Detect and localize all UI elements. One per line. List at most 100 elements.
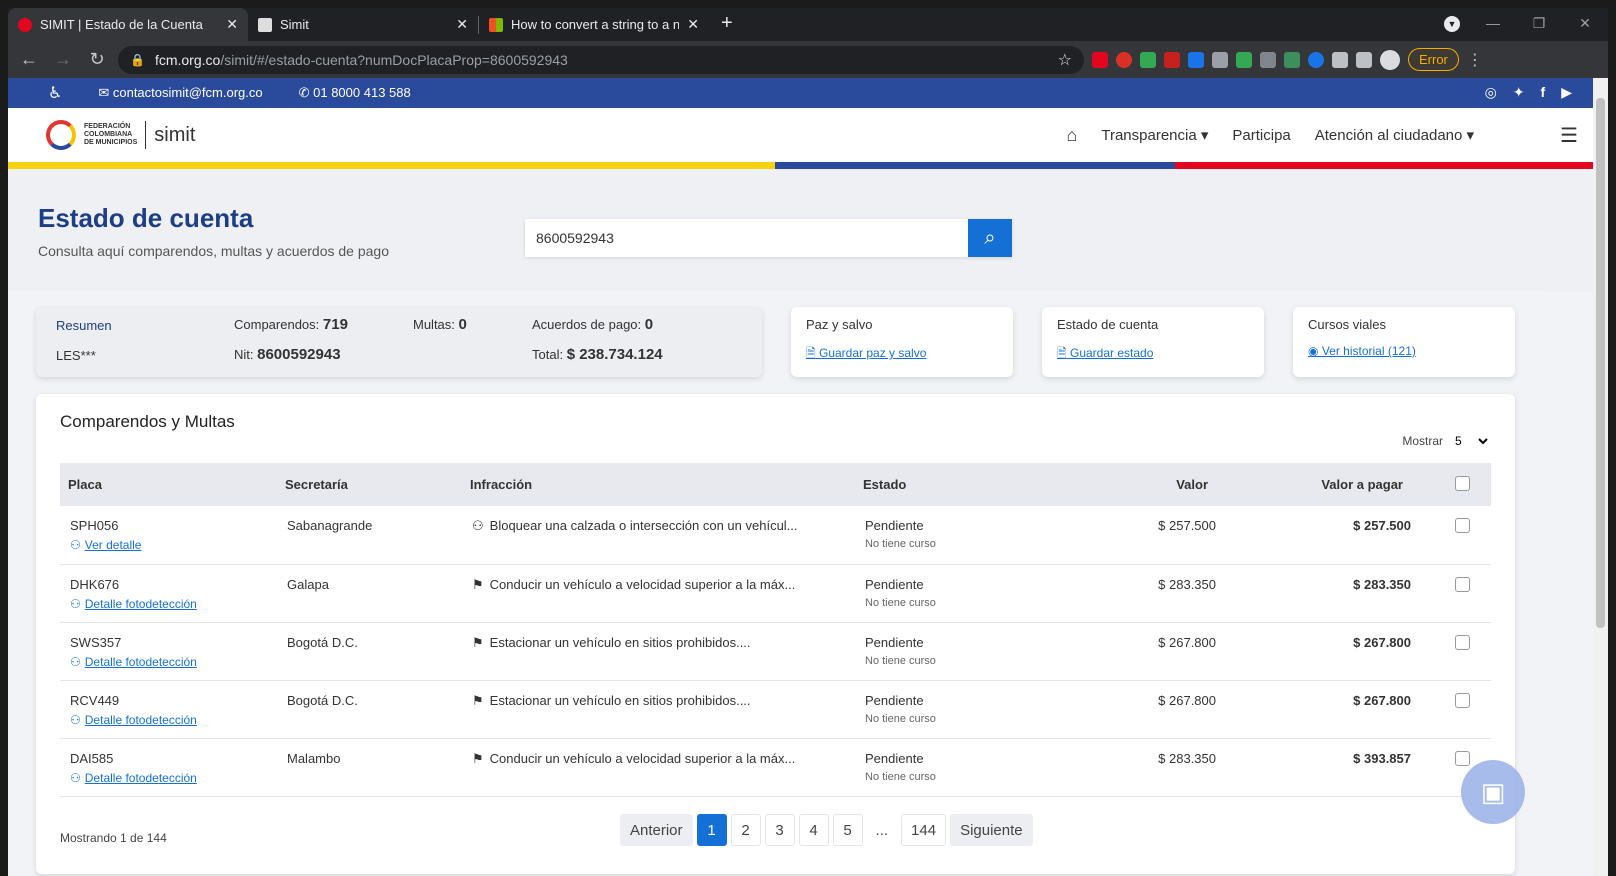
browser-window: SIMIT | Estado de la Cuenta ✕ Simit ✕ Ho… — [8, 8, 1608, 876]
page-144-button[interactable]: 144 — [901, 814, 947, 846]
tab-search-icon[interactable]: ▼ — [1444, 16, 1460, 32]
page-5-button[interactable]: 5 — [832, 814, 863, 846]
page-size-select[interactable]: 5 — [1451, 433, 1491, 449]
cursos-viales-card: Cursos viales ◉ Ver historial (121) — [1293, 307, 1515, 377]
accessibility-icon[interactable]: ♿ — [48, 83, 62, 103]
menu-kebab-icon[interactable]: ⋮ — [1467, 50, 1483, 70]
tab-stackoverflow[interactable]: How to convert a string to a num ✕ — [479, 8, 709, 41]
puzzle-extensions-icon[interactable] — [1356, 51, 1372, 68]
valor-a-pagar-cell: $ 393.857 — [1238, 738, 1433, 797]
next-page-button[interactable]: Siguiente — [950, 814, 1033, 846]
person-icon: ⚇ — [472, 518, 484, 533]
back-icon[interactable]: ← — [16, 49, 42, 70]
extension-icon[interactable] — [1236, 51, 1252, 68]
acuerdos-count: Acuerdos de pago: 0 — [532, 316, 654, 333]
profile-avatar-icon[interactable] — [1380, 49, 1400, 70]
adblock-icon[interactable] — [1116, 51, 1132, 68]
email-link[interactable]: ✉ contactosimit@fcm.org.co — [98, 85, 262, 101]
row-checkbox[interactable] — [1433, 564, 1491, 623]
placa-cell: SWS357 ⚇ Detalle fotodetección — [60, 622, 277, 681]
extension-icon[interactable] — [1164, 51, 1180, 68]
close-window-icon[interactable]: ✕ — [1562, 15, 1608, 32]
col-infraccion[interactable]: Infracción — [462, 463, 855, 506]
search-box: ⌕ — [525, 219, 1012, 257]
chatbot-icon[interactable]: ▣ — [1461, 760, 1525, 824]
forward-icon[interactable]: → — [50, 49, 76, 70]
user-icon: ⚇ — [70, 654, 81, 669]
user-icon: ⚇ — [70, 712, 81, 727]
estado-de-cuenta-card: Estado de cuenta 🗎 Guardar estado — [1042, 307, 1264, 377]
phone-link[interactable]: ✆ 01 8000 413 588 — [299, 85, 411, 101]
error-button[interactable]: Error — [1408, 48, 1459, 71]
extension-icon[interactable] — [1188, 51, 1204, 68]
fcm-simit-logo[interactable]: FEDERACIÓN COLOMBIANA DE MUNICIPIOS simi… — [46, 120, 195, 150]
col-valor[interactable]: Valor — [1103, 463, 1238, 506]
close-tab-icon[interactable]: ✕ — [687, 16, 699, 33]
page-2-button[interactable]: 2 — [730, 814, 761, 846]
pagination-info: Mostrando 1 de 144 — [60, 831, 167, 845]
detail-link[interactable]: ⚇ Ver detalle — [70, 538, 267, 552]
reload-icon[interactable]: ↻ — [84, 49, 110, 70]
facebook-icon[interactable]: f — [1541, 84, 1546, 101]
nav-atencion-ciudadano[interactable]: Atención al ciudadano ▾ — [1315, 126, 1474, 144]
twitter-icon[interactable]: ✦ — [1513, 84, 1525, 101]
extension-icon[interactable] — [1212, 51, 1228, 68]
home-icon[interactable]: ⌂ — [1066, 125, 1077, 146]
page-3-button[interactable]: 3 — [764, 814, 795, 846]
col-secretaria[interactable]: Secretaría — [277, 463, 462, 506]
page-1-button[interactable]: 1 — [696, 814, 727, 846]
close-tab-icon[interactable]: ✕ — [226, 16, 238, 33]
placa-cell: DAI585 ⚇ Detalle fotodetección — [60, 738, 277, 797]
prev-page-button[interactable]: Anterior — [620, 814, 693, 846]
row-checkbox[interactable] — [1433, 680, 1491, 739]
search-input[interactable] — [525, 219, 968, 257]
shield-extension-icon[interactable] — [1140, 51, 1156, 68]
multas-count: Multas: 0 — [413, 316, 467, 333]
row-checkbox[interactable] — [1433, 622, 1491, 681]
extension-icon[interactable] — [1308, 51, 1324, 68]
detail-link[interactable]: ⚇ Detalle fotodetección — [70, 655, 267, 669]
paz-y-salvo-card: Paz y salvo 🗎 Guardar paz y salvo — [791, 307, 1013, 377]
ver-historial-link[interactable]: ◉ Ver historial (121) — [1308, 344, 1500, 358]
infraccion-cell: ⚑ Estacionar un vehículo en sitios prohib… — [462, 680, 855, 739]
total-value: Total: $ 238.734.124 — [532, 346, 663, 363]
extension-icon[interactable] — [1332, 51, 1348, 68]
valor-cell: $ 267.800 — [1103, 622, 1238, 681]
browser-toolbar: ← → ↻ 🔒 fcm.org.co/simit/#/estado-cuenta… — [8, 41, 1608, 78]
col-placa[interactable]: Placa — [60, 463, 277, 506]
row-checkbox[interactable] — [1433, 506, 1491, 565]
minimize-icon[interactable]: — — [1470, 15, 1516, 31]
detail-link[interactable]: ⚇ Detalle fotodetección — [70, 713, 267, 727]
extension-icon[interactable] — [1092, 51, 1108, 68]
restore-icon[interactable]: ❐ — [1516, 15, 1562, 32]
vue-devtools-icon[interactable] — [1284, 51, 1300, 68]
extension-icon[interactable] — [1260, 51, 1276, 68]
nav-participa[interactable]: Participa — [1232, 127, 1290, 144]
nav-transparencia[interactable]: Transparencia ▾ — [1101, 126, 1208, 144]
search-button[interactable]: ⌕ — [968, 219, 1012, 257]
url-text: fcm.org.co/simit/#/estado-cuenta?numDocP… — [154, 51, 568, 68]
close-tab-icon[interactable]: ✕ — [456, 16, 468, 33]
instagram-icon[interactable]: ◎ — [1485, 84, 1497, 101]
tab-simit[interactable]: Simit ✕ — [248, 8, 478, 41]
guardar-estado-link[interactable]: 🗎 Guardar estado — [1057, 344, 1249, 365]
valor-cell: $ 283.350 — [1103, 738, 1238, 797]
guardar-paz-y-salvo-link[interactable]: 🗎 Guardar paz y salvo — [806, 344, 998, 365]
col-valor-a-pagar[interactable]: Valor a pagar — [1238, 463, 1433, 506]
hamburger-menu-icon[interactable]: ☰ — [1560, 123, 1578, 148]
estado-cell: Pendiente No tiene curso — [855, 564, 1103, 623]
youtube-icon[interactable]: ▶ — [1561, 84, 1572, 101]
eye-icon: ◉ — [1308, 344, 1319, 358]
bookmark-star-icon[interactable]: ☆ — [1058, 50, 1072, 70]
new-tab-button[interactable]: + — [721, 12, 733, 35]
address-bar[interactable]: 🔒 fcm.org.co/simit/#/estado-cuenta?numDo… — [118, 45, 1084, 74]
page-scrollbar[interactable] — [1593, 78, 1608, 876]
col-estado[interactable]: Estado — [855, 463, 1103, 506]
tab-simit-estado[interactable]: SIMIT | Estado de la Cuenta ✕ — [8, 8, 248, 41]
resumen-card: Resumen LES*** Comparendos: 719 Nit: 860… — [36, 307, 762, 377]
select-all-checkbox[interactable] — [1433, 463, 1491, 506]
detail-link[interactable]: ⚇ Detalle fotodetección — [70, 597, 267, 611]
table-row: SWS357 ⚇ Detalle fotodetección Bogotá D.C. ⚑… — [60, 622, 1491, 681]
page-4-button[interactable]: 4 — [798, 814, 829, 846]
detail-link[interactable]: ⚇ Detalle fotodetección — [70, 771, 267, 785]
